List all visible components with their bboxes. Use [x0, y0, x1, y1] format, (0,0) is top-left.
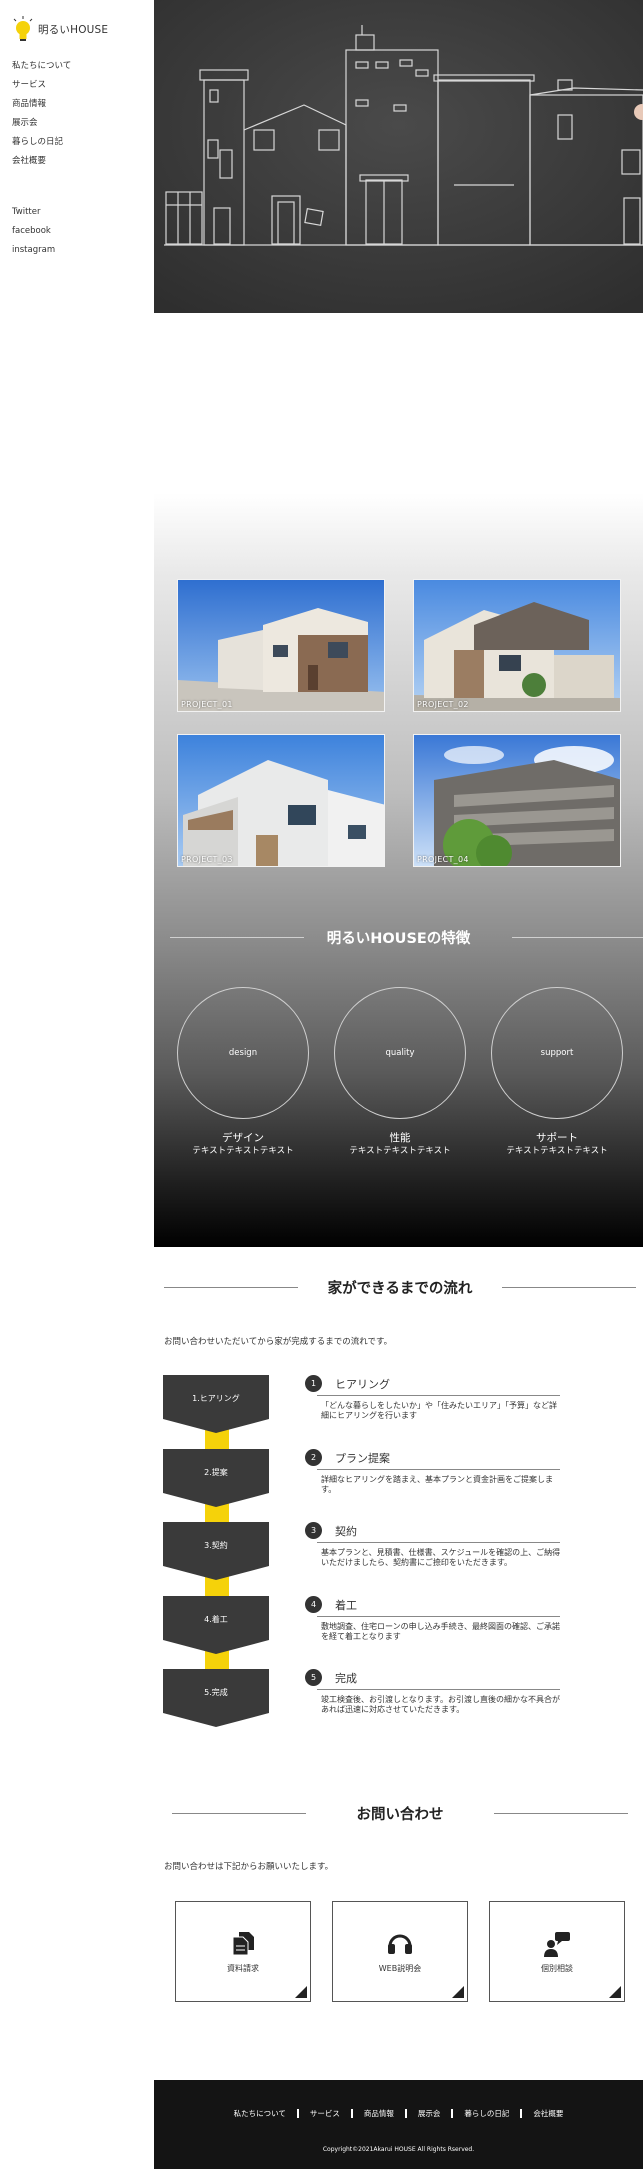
logo-text: 明るいHOUSE [38, 23, 109, 36]
contact-label: 資料請求 [227, 1964, 259, 1973]
headphones-icon [386, 1930, 414, 1960]
feature-desc: テキストテキストテキスト [349, 1146, 451, 1156]
project-caption: PROJECT_01 [181, 700, 233, 709]
contact-consultation-button[interactable]: 個別相談 [489, 1901, 625, 2002]
features-heading: 明るいHOUSEの特徴 [170, 927, 643, 947]
consultation-icon [542, 1930, 572, 1962]
flow-item-title: 契約 [335, 1525, 357, 1538]
flow-intro: お問い合わせいただいてから家が完成するまでの流れです。 [164, 1337, 393, 1347]
social-facebook[interactable]: facebook [12, 225, 55, 244]
corner-arrow-icon [609, 1986, 621, 1998]
flow-item-title: 着工 [335, 1599, 357, 1612]
feature-desc: テキストテキストテキスト [506, 1146, 608, 1156]
feature-circle-design: design [177, 987, 309, 1119]
footer-link-diary[interactable]: 暮らしの日記 [453, 2108, 520, 2119]
flow-step-label: 5.完成 [204, 1688, 228, 1697]
flow-step-label: 1.ヒアリング [192, 1394, 240, 1403]
feature-circle-support: support [491, 987, 623, 1119]
contact-label: 個別相談 [541, 1964, 573, 1973]
flow-item-title: プラン提案 [335, 1452, 390, 1465]
flow-step: 4.着工 [163, 1596, 269, 1654]
corner-arrow-icon [452, 1986, 464, 1998]
flow-step: 2.提案 [163, 1449, 269, 1507]
flow-item-number: 5 [305, 1669, 322, 1686]
hero-image [154, 0, 643, 313]
social-twitter[interactable]: Twitter [12, 206, 55, 225]
flow-item-title: 完成 [335, 1672, 357, 1685]
flow-item-text: 基本プランと、見積書、仕様書、スケジュールを確認の上、ご納得いただけましたら、契… [321, 1548, 561, 1567]
footer-link-service[interactable]: サービス [299, 2108, 351, 2119]
corner-arrow-icon [295, 1986, 307, 1998]
flow-item-number: 3 [305, 1522, 322, 1539]
contact-web-session-button[interactable]: WEB説明会 [332, 1901, 468, 2002]
footer: 私たちについて サービス 商品情報 展示会 暮らしの日記 会社概要 Copyri… [154, 2080, 643, 2169]
footer-nav: 私たちについて サービス 商品情報 展示会 暮らしの日記 会社概要 [154, 2108, 643, 2119]
project-caption: PROJECT_02 [417, 700, 469, 709]
footer-link-exhibition[interactable]: 展示会 [407, 2108, 452, 2119]
contact-label: WEB説明会 [378, 1964, 422, 1973]
sidebar: 明るいHOUSE 私たちについて サービス 商品情報 展示会 暮らしの日記 会社… [0, 0, 154, 300]
footer-link-products[interactable]: 商品情報 [353, 2108, 405, 2119]
flow-step-label: 4.着工 [204, 1615, 228, 1624]
project-caption: PROJECT_03 [181, 855, 233, 864]
footer-link-company[interactable]: 会社概要 [522, 2108, 574, 2119]
project-card[interactable]: PROJECT_02 [413, 579, 621, 712]
feature-name: サポート [536, 1132, 578, 1144]
contact-intro: お問い合わせは下記からお願いいたします。 [164, 1862, 334, 1872]
flow-item-number: 4 [305, 1596, 322, 1613]
flow-item-title: ヒアリング [335, 1378, 390, 1391]
copyright: Copyright©2021Akarui HOUSE All Rights Rs… [322, 2146, 475, 2153]
main-nav: 私たちについて サービス 商品情報 展示会 暮らしの日記 会社概要 [12, 60, 71, 174]
logo[interactable]: 明るいHOUSE [12, 16, 108, 42]
nav-item-company[interactable]: 会社概要 [12, 155, 71, 174]
flow-heading: 家ができるまでの流れ [164, 1275, 636, 1299]
nav-item-diary[interactable]: 暮らしの日記 [12, 136, 71, 155]
flow-item-number: 2 [305, 1449, 322, 1466]
document-icon [230, 1930, 256, 1960]
flow-step: 3.契約 [163, 1522, 269, 1580]
flow-step: 1.ヒアリング [163, 1375, 269, 1433]
feature-desc: テキストテキストテキスト [192, 1146, 294, 1156]
flow-step-label: 3.契約 [204, 1541, 228, 1550]
project-card[interactable]: PROJECT_03 [177, 734, 385, 867]
flow-item-text: 詳細なヒアリングを踏まえ、基本プランと資金計画をご提案します。 [321, 1475, 553, 1494]
contact-heading: お問い合わせ [172, 1801, 628, 1825]
nav-item-service[interactable]: サービス [12, 79, 71, 98]
feature-name: 性能 [389, 1132, 411, 1144]
flow-step-label: 2.提案 [204, 1468, 228, 1477]
works-features-section: PROJECT_01 PROJECT_02 PROJECT_03 PROJECT… [154, 313, 643, 1247]
nav-item-products[interactable]: 商品情報 [12, 98, 71, 117]
social-links: Twitter facebook instagram [12, 206, 55, 263]
flow-step: 5.完成 [163, 1669, 269, 1727]
flow-item-number: 1 [305, 1375, 322, 1392]
feature-circle-quality: quality [334, 987, 466, 1119]
project-card[interactable]: PROJECT_04 [413, 734, 621, 867]
project-card[interactable]: PROJECT_01 [177, 579, 385, 712]
lightbulb-icon [12, 16, 34, 42]
contact-brochure-button[interactable]: 資料請求 [175, 1901, 311, 2002]
feature-name: デザイン [222, 1132, 264, 1144]
flow-item-text: 竣工検査後、お引渡しとなります。お引渡し直後の細かな不具合があれば迅速に対応させ… [321, 1695, 560, 1714]
nav-item-exhibition[interactable]: 展示会 [12, 117, 71, 136]
social-instagram[interactable]: instagram [12, 244, 55, 263]
nav-item-about[interactable]: 私たちについて [12, 60, 71, 79]
flow-item-text: 「どんな暮らしをしたいか」や「住みたいエリア」「予算」など詳細にヒアリングを行い… [321, 1401, 557, 1420]
flow-item-text: 敷地調査、住宅ローンの申し込み手続き、最終図面の確認、ご承諾を経て着工となります [321, 1622, 561, 1641]
project-caption: PROJECT_04 [417, 855, 469, 864]
footer-link-about[interactable]: 私たちについて [223, 2108, 297, 2119]
